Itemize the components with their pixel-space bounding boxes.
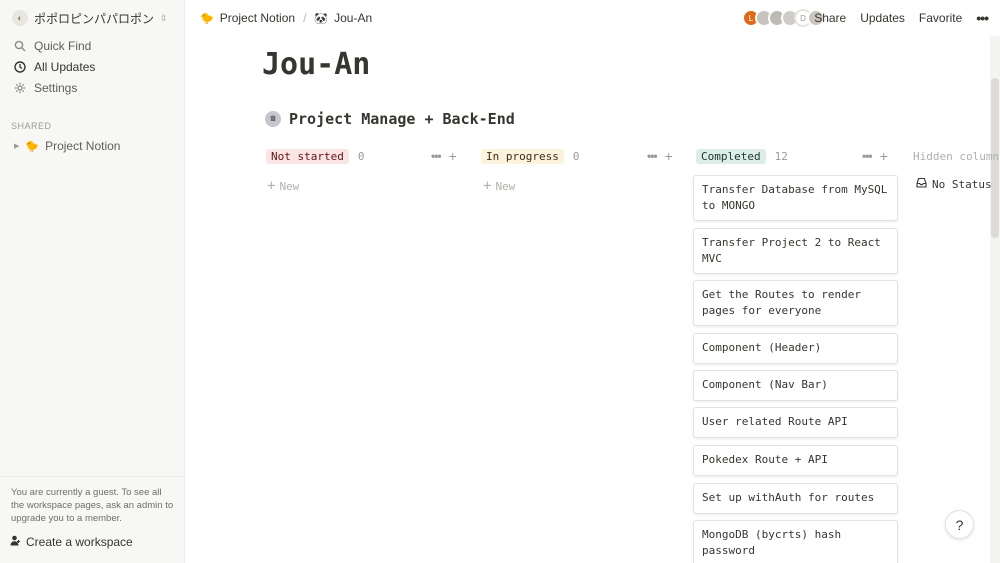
clock-icon — [13, 60, 27, 74]
workspace-name: ポポロピンパパロポン — [34, 11, 155, 26]
database-title[interactable]: ☎ Project Manage + Back-End — [265, 110, 515, 128]
new-label: New — [279, 179, 300, 193]
guest-notice: You are currently a guest. To see all th… — [11, 487, 174, 524]
board-card[interactable]: MongoDB (bycrts) hash password — [693, 520, 898, 563]
hidden-column-no-status[interactable]: No Status — [916, 175, 992, 193]
board-card[interactable]: Get the Routes to render pages for every… — [693, 280, 898, 326]
shared-section-label: SHARED — [11, 121, 52, 131]
board-card[interactable]: Transfer Project 2 to React MVC — [693, 228, 898, 274]
chick-emoji-icon: 🐤 — [25, 140, 40, 153]
sidebar-page-label: Project Notion — [45, 139, 121, 153]
chick-emoji-icon: 🐤 — [200, 12, 214, 25]
status-tag: Not started — [266, 148, 349, 164]
top-actions: Share Updates Favorite ••• — [800, 0, 989, 36]
breadcrumb: 🐤 Project Notion / 🐼 Jou-An — [200, 11, 372, 25]
breadcrumb-separator: / — [303, 11, 307, 25]
more-icon[interactable]: ••• — [431, 149, 442, 163]
more-icon[interactable]: ••• — [862, 149, 873, 163]
sidebar-item-label: Quick Find — [34, 39, 92, 53]
sidebar-item-label: Settings — [34, 81, 78, 95]
breadcrumb-item-project-notion[interactable]: Project Notion — [220, 11, 295, 25]
status-tag: Completed — [696, 148, 766, 164]
sidebar-item-quick-find[interactable]: Quick Find — [8, 36, 178, 56]
board-card[interactable]: User related Route API — [693, 407, 898, 438]
updates-button[interactable]: Updates — [860, 11, 905, 25]
more-options-button[interactable]: ••• — [976, 10, 989, 26]
new-card-button[interactable]: + New — [267, 178, 299, 194]
page-title: Jou-An — [262, 47, 371, 82]
status-tag: In progress — [481, 148, 564, 164]
board-card[interactable]: Pokedex Route + API — [693, 445, 898, 476]
column-count: 0 — [572, 149, 580, 163]
help-button[interactable]: ? — [945, 510, 974, 539]
share-button[interactable]: Share — [814, 11, 846, 25]
board-card[interactable]: Transfer Database from MySQL to MONGO — [693, 175, 898, 221]
plus-icon[interactable]: + — [665, 148, 673, 164]
panda-emoji-icon: 🐼 — [314, 12, 329, 25]
create-workspace-button[interactable]: Create a workspace — [8, 533, 133, 551]
board-card[interactable]: Component (Header) — [693, 333, 898, 364]
plus-icon[interactable]: + — [449, 148, 457, 164]
breadcrumb-item-jou-an[interactable]: Jou-An — [334, 11, 372, 25]
plus-icon[interactable]: + — [880, 148, 888, 164]
new-card-button[interactable]: + New — [483, 178, 515, 194]
caret-right-icon[interactable]: ▶ — [14, 142, 19, 150]
plus-icon: + — [267, 178, 276, 194]
column-header-completed[interactable]: Completed 12 — [696, 147, 788, 165]
column-header-not-started[interactable]: Not started 0 — [266, 147, 364, 165]
database-title-text: Project Manage + Back-End — [289, 110, 515, 128]
board-card[interactable]: Component (Nav Bar) — [693, 370, 898, 401]
hidden-columns-header: Hidden columns — [913, 149, 1000, 163]
sidebar-divider — [0, 476, 185, 477]
search-icon — [13, 39, 27, 53]
no-status-label: No Status — [932, 177, 992, 191]
plus-icon: + — [483, 178, 492, 194]
topbar: 🐤 Project Notion / 🐼 Jou-An L D Share Up… — [185, 0, 1000, 36]
workspace-icon: ◐ — [12, 10, 28, 26]
board-card[interactable]: Set up withAuth for routes — [693, 483, 898, 514]
chevron-updown-icon: ⇳ — [160, 12, 168, 23]
sidebar-item-all-updates[interactable]: All Updates — [8, 57, 178, 77]
more-icon[interactable]: ••• — [647, 149, 658, 163]
database-icon: ☎ — [265, 111, 281, 127]
column-count: 12 — [774, 149, 788, 163]
workspace-switcher[interactable]: ◐ ポポロピンパパロポン ⇳ — [8, 6, 178, 30]
sidebar-item-settings[interactable]: Settings — [8, 78, 178, 98]
sidebar: ◐ ポポロピンパパロポン ⇳ Quick Find All Updates Se… — [0, 0, 185, 563]
person-add-icon — [10, 535, 21, 549]
column-tools: ••• + — [431, 147, 457, 165]
favorite-button[interactable]: Favorite — [919, 11, 962, 25]
column-header-in-progress[interactable]: In progress 0 — [481, 147, 579, 165]
new-label: New — [495, 179, 516, 193]
column-tools: ••• + — [862, 147, 888, 165]
create-workspace-label: Create a workspace — [26, 535, 133, 549]
column-count: 0 — [357, 149, 365, 163]
sidebar-item-label: All Updates — [34, 60, 96, 74]
sidebar-page-project-notion[interactable]: ▶ 🐤 Project Notion — [8, 136, 178, 156]
gear-icon — [13, 81, 27, 95]
inbox-icon — [916, 177, 927, 191]
column-tools: ••• + — [647, 147, 673, 165]
